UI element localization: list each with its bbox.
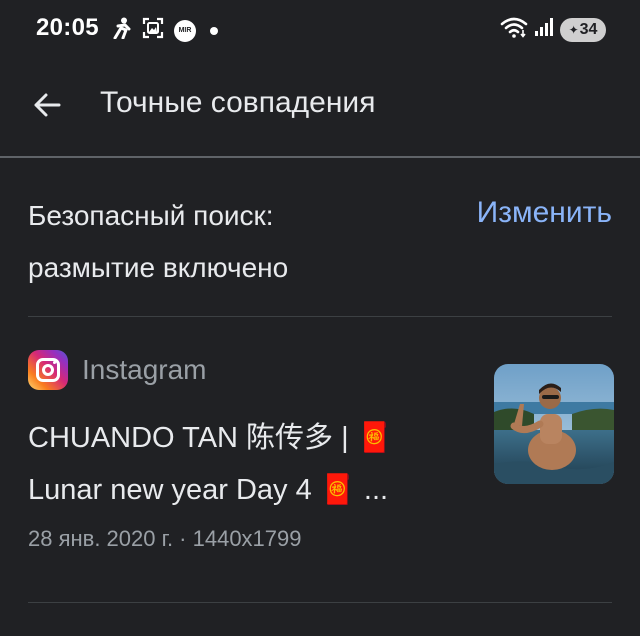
status-bar: 20:05 MIR ✦ 34: [0, 0, 640, 60]
safesearch-notice: Безопасный поиск: размытие включено Изме…: [28, 190, 618, 294]
arrow-back-icon: [32, 90, 62, 125]
app-bar: Точные совпадения: [0, 60, 640, 156]
status-time: 20:05: [36, 14, 99, 41]
result-thumbnail[interactable]: [494, 364, 614, 484]
signal-icon: [534, 16, 554, 43]
mir-pay-icon: MIR: [174, 19, 196, 42]
section-divider: [28, 316, 612, 317]
photo-frame-icon: [142, 17, 164, 44]
battery-saver-icon: ✦: [568, 22, 579, 37]
instagram-icon: [28, 350, 68, 390]
battery-icon: ✦ 34: [560, 17, 606, 42]
back-button[interactable]: [26, 86, 68, 128]
status-icons-left: MIR: [112, 17, 218, 44]
notification-dot-icon: [210, 26, 218, 35]
result-divider: [28, 602, 612, 603]
app-bar-divider: [0, 156, 640, 158]
source-name: Instagram: [82, 354, 207, 385]
result-title[interactable]: CHUANDO TAN 陈传多 | 🧧 Lunar new year Day 4…: [28, 412, 468, 516]
result-meta: 28 янв. 2020 г. · 1440x1799: [28, 526, 302, 551]
person-icon: [112, 17, 132, 44]
status-icons-right: ✦ 34: [500, 16, 606, 43]
wifi-icon: [500, 16, 528, 43]
battery-level: 34: [579, 20, 598, 38]
change-safesearch-link[interactable]: Изменить: [477, 190, 612, 236]
safesearch-text: Безопасный поиск: размытие включено: [28, 200, 289, 283]
page-title: Точные совпадения: [100, 86, 376, 119]
